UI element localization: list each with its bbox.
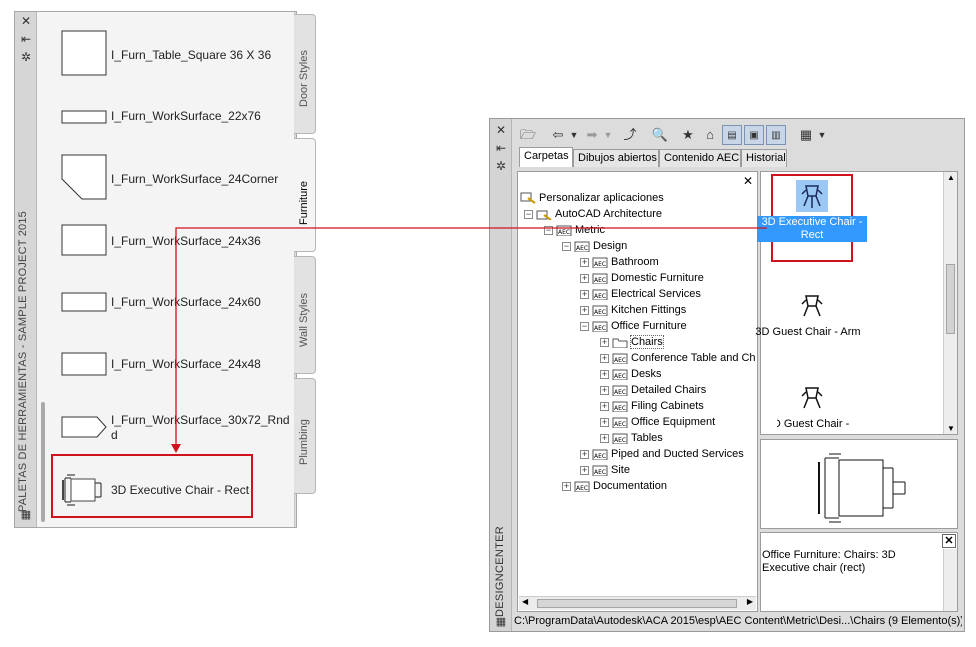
drag-arrow xyxy=(171,227,767,453)
